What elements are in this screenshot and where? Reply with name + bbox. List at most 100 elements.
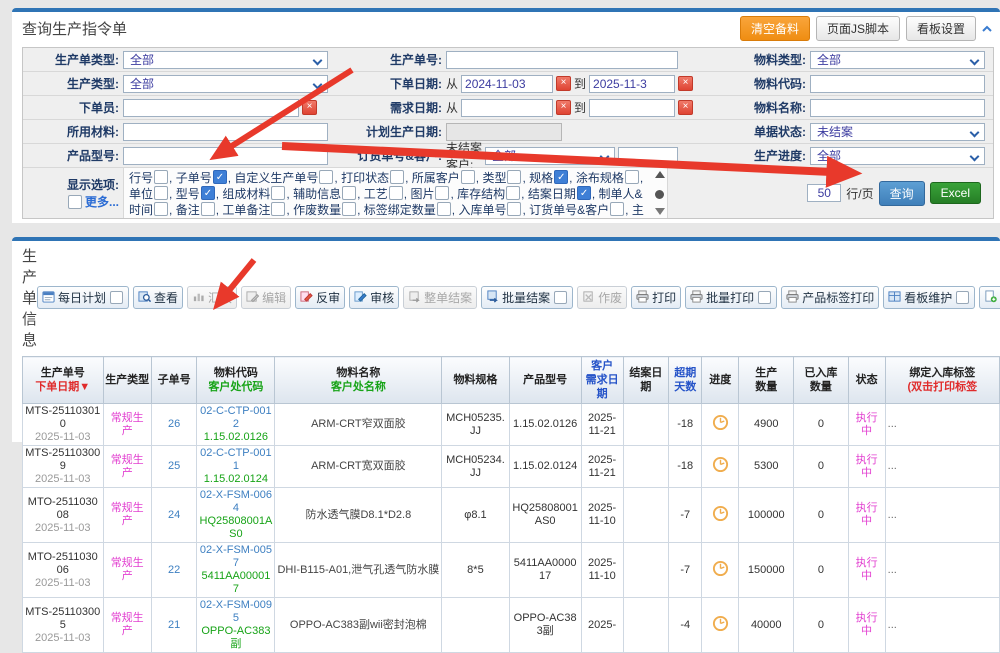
sub-order-no-cell[interactable]: 21 xyxy=(151,598,196,653)
demand-date-from-input[interactable] xyxy=(461,99,553,117)
display-option-checkbox[interactable] xyxy=(319,170,333,184)
approve-button[interactable]: 审核 xyxy=(349,286,399,309)
table-row[interactable]: MTS-2511030052025-11-03常规生产2102-X-FSM-00… xyxy=(23,598,1000,653)
order-date-from-input[interactable] xyxy=(461,75,553,93)
unapprove-button[interactable]: 反审 xyxy=(295,286,345,309)
order-client-select[interactable]: 全部 xyxy=(485,147,615,165)
sub-order-no-cell[interactable]: 25 xyxy=(151,446,196,488)
display-option-checkbox[interactable] xyxy=(154,170,168,184)
clock-progress-icon[interactable] xyxy=(712,623,729,635)
display-option-checkbox[interactable] xyxy=(342,202,356,216)
batch-close-button-checkbox[interactable] xyxy=(554,291,567,304)
material-code-cell[interactable]: 02-X-FSM-00575411AA000017 xyxy=(197,543,275,598)
query-button[interactable]: 查询 xyxy=(879,181,925,206)
production-order-type-select[interactable]: 全部 xyxy=(123,51,328,69)
display-option-checkbox[interactable] xyxy=(625,170,639,184)
board-settings-button[interactable]: 看板设置 xyxy=(906,16,976,41)
more-options-label: 更多... xyxy=(85,193,119,210)
order-clerk-clear-icon[interactable] xyxy=(302,100,317,115)
material-code-cell[interactable]: 02-C-CTP-00111.15.02.0124 xyxy=(197,446,275,488)
clock-progress-icon[interactable] xyxy=(712,464,729,476)
material-used-input[interactable] xyxy=(123,123,328,141)
display-option-checkbox[interactable] xyxy=(271,202,285,216)
daily-plan-button[interactable]: 每日计划 xyxy=(37,286,129,309)
clock-progress-icon[interactable] xyxy=(712,513,729,525)
production-type-select[interactable]: 全部 xyxy=(123,75,328,93)
material-code-cell[interactable]: 02-C-CTP-00121.15.02.0126 xyxy=(197,404,275,446)
batch-print-button-checkbox[interactable] xyxy=(758,291,771,304)
display-option-checkbox[interactable] xyxy=(461,170,475,184)
kanban-maintain-button-checkbox[interactable] xyxy=(956,291,969,304)
table-row[interactable]: MTS-2511030102025-11-03常规生产2602-C-CTP-00… xyxy=(23,404,1000,446)
display-option-checkbox[interactable] xyxy=(390,170,404,184)
table-row[interactable]: MTO-2511030082025-11-03常规生产2402-X-FSM-00… xyxy=(23,488,1000,543)
order-client-extra-input[interactable] xyxy=(618,147,678,165)
product-model-input[interactable] xyxy=(123,147,328,165)
document-status-select[interactable]: 未结案 xyxy=(810,123,985,141)
material-code-cell[interactable]: 02-X-FSM-0064HQ25808001AS0 xyxy=(197,488,275,543)
bind-label-cell[interactable]: ... xyxy=(885,543,999,598)
material-name-input[interactable] xyxy=(810,99,985,117)
material-type-select[interactable]: 全部 xyxy=(810,51,985,69)
table-row[interactable]: MTS-2511030092025-11-03常规生产2502-C-CTP-00… xyxy=(23,446,1000,488)
production-progress-select[interactable]: 全部 xyxy=(810,147,985,165)
display-option-checkbox[interactable] xyxy=(271,186,285,200)
sub-order-no-cell[interactable]: 24 xyxy=(151,488,196,543)
display-option-checkbox[interactable] xyxy=(437,202,451,216)
demand-date-to-input[interactable] xyxy=(589,99,675,117)
view-button[interactable]: 查看 xyxy=(133,286,183,309)
display-option-checkbox[interactable] xyxy=(435,186,449,200)
display-option-checkbox-checked[interactable] xyxy=(577,186,591,200)
options-scrollbar[interactable] xyxy=(654,171,665,215)
progress-cell[interactable] xyxy=(702,404,739,446)
display-option-checkbox-checked[interactable] xyxy=(201,186,215,200)
clock-progress-icon[interactable] xyxy=(712,422,729,434)
order-date-from-clear-icon[interactable] xyxy=(556,76,571,91)
demand-date-from-clear-icon[interactable] xyxy=(556,100,571,115)
display-option-checkbox[interactable] xyxy=(342,186,356,200)
rows-per-page-input[interactable] xyxy=(807,184,841,202)
display-option-checkbox[interactable] xyxy=(154,186,168,200)
bind-label-cell[interactable]: ... xyxy=(885,488,999,543)
clear-prep-button[interactable]: 清空备料 xyxy=(740,16,810,41)
print-button[interactable]: 打印 xyxy=(631,286,681,309)
production-order-no-input[interactable] xyxy=(446,51,678,69)
page-js-button[interactable]: 页面JS脚本 xyxy=(816,16,900,41)
order-date-to-input[interactable] xyxy=(589,75,675,93)
clock-progress-icon[interactable] xyxy=(712,568,729,580)
add-inspection-button[interactable]: 增加品检单 xyxy=(979,286,1000,309)
display-option-checkbox[interactable] xyxy=(507,202,521,216)
display-option-checkbox[interactable] xyxy=(610,202,624,216)
batch-print-button[interactable]: 批量打印 xyxy=(685,286,777,309)
batch-close-button[interactable]: 批量结案 xyxy=(481,286,573,309)
sub-order-no-cell[interactable]: 22 xyxy=(151,543,196,598)
display-option-checkbox[interactable] xyxy=(507,170,521,184)
display-option-checkbox[interactable] xyxy=(154,202,168,216)
bind-label-cell[interactable]: ... xyxy=(885,598,999,653)
progress-cell[interactable] xyxy=(702,488,739,543)
display-option-checkbox-checked[interactable] xyxy=(554,170,568,184)
progress-cell[interactable] xyxy=(702,446,739,488)
product-label-print-button[interactable]: 产品标签打印 xyxy=(781,286,879,309)
more-options-checkbox[interactable] xyxy=(68,195,82,209)
display-option-checkbox[interactable] xyxy=(389,186,403,200)
collapse-panel-icon[interactable] xyxy=(980,22,994,36)
sub-order-no-cell[interactable]: 26 xyxy=(151,404,196,446)
progress-cell[interactable] xyxy=(702,598,739,653)
table-row[interactable]: MTO-2511030062025-11-03常规生产2202-X-FSM-00… xyxy=(23,543,1000,598)
display-option-checkbox-checked[interactable] xyxy=(213,170,227,184)
kanban-maintain-button[interactable]: 看板维护 xyxy=(883,286,975,309)
excel-button[interactable]: Excel xyxy=(930,182,981,204)
scroll-thumb[interactable] xyxy=(655,190,664,199)
material-code-input[interactable] xyxy=(810,75,985,93)
bind-label-cell[interactable]: ... xyxy=(885,404,999,446)
display-option-checkbox[interactable] xyxy=(506,186,520,200)
bind-label-cell[interactable]: ... xyxy=(885,446,999,488)
scroll-down-icon[interactable] xyxy=(655,208,665,215)
order-clerk-input[interactable] xyxy=(123,99,299,117)
scroll-up-icon[interactable] xyxy=(655,171,665,178)
material-code-cell[interactable]: 02-X-FSM-0095OPPO-AC383副 xyxy=(197,598,275,653)
display-option-checkbox[interactable] xyxy=(201,202,215,216)
progress-cell[interactable] xyxy=(702,543,739,598)
daily-plan-button-checkbox[interactable] xyxy=(110,291,123,304)
